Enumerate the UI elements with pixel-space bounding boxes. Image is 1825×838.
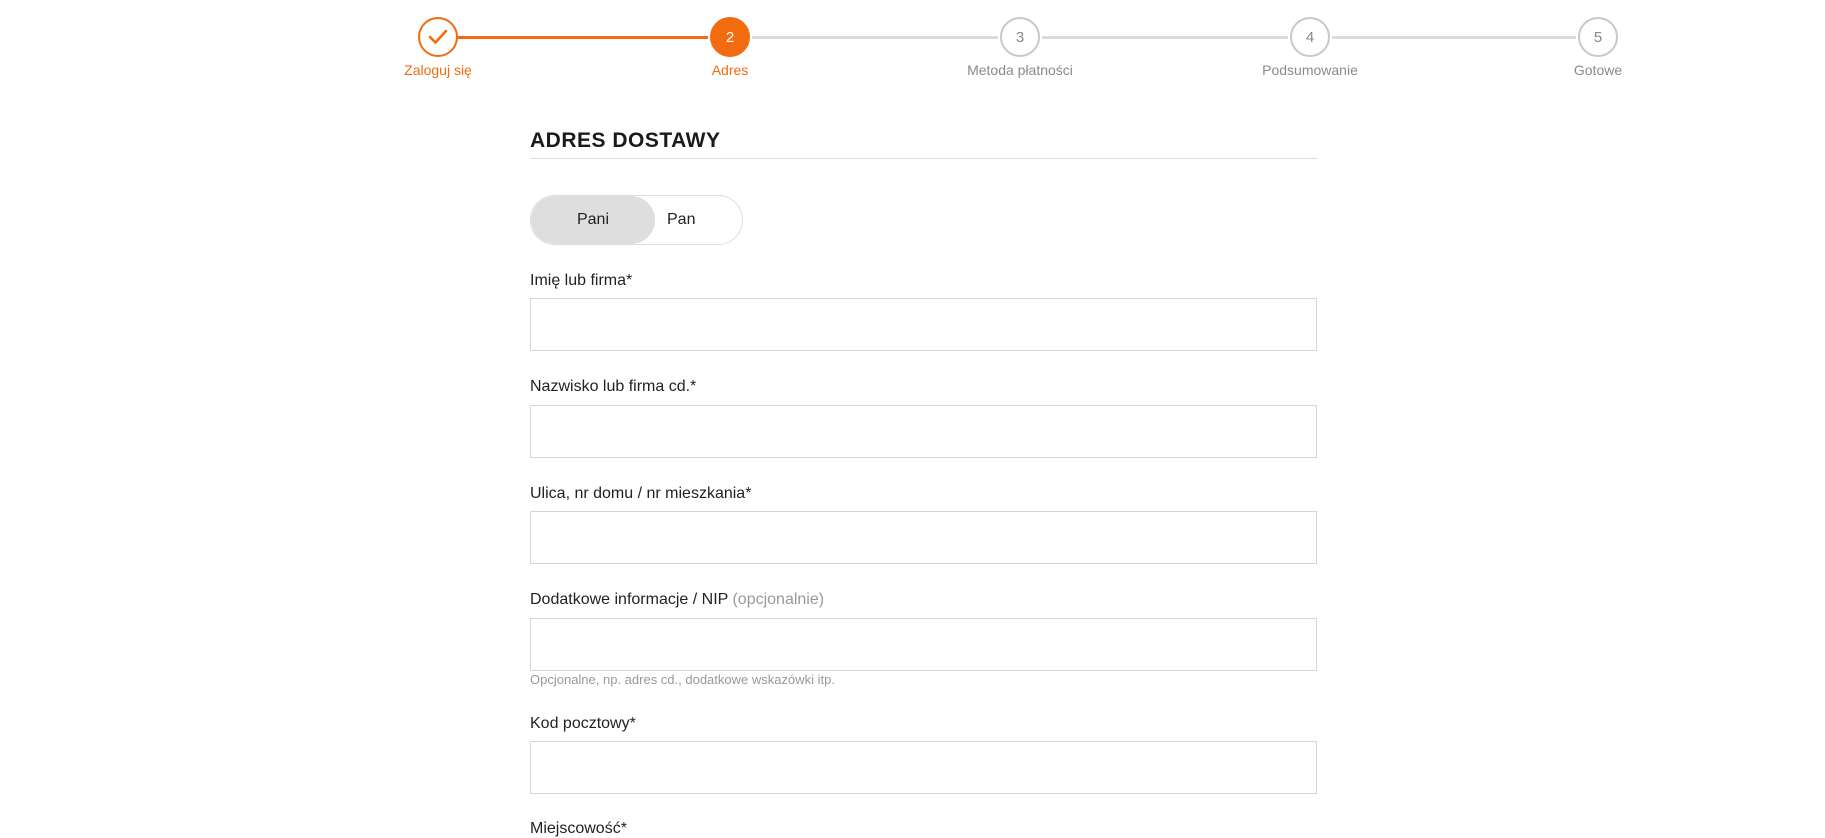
checkmark-icon xyxy=(428,29,448,45)
section-title: ADRES DOSTAWY xyxy=(530,129,721,152)
city-label: Miejscowość* xyxy=(530,820,627,837)
step-3-label: Metoda płatności xyxy=(967,62,1073,78)
salutation-toggle[interactable]: Pani Pan xyxy=(530,195,743,245)
step-connector-1-2 xyxy=(440,36,708,39)
step-4-label: Podsumowanie xyxy=(1262,62,1358,78)
section-divider xyxy=(530,158,1317,159)
step-1-circle[interactable] xyxy=(418,17,458,57)
optional-tag: (opcjonalnie) xyxy=(732,591,825,608)
step-5-circle: 5 xyxy=(1578,17,1618,57)
step-5-label: Gotowe xyxy=(1573,62,1623,78)
step-3-circle: 3 xyxy=(1000,17,1040,57)
additional-info-label: Dodatkowe informacje / NIP (opcjonalnie) xyxy=(530,591,824,609)
salutation-option-pan[interactable]: Pan xyxy=(655,196,705,244)
checkout-stepper: Zaloguj się 2 Adres 3 Metoda płatności 4… xyxy=(0,0,1825,90)
step-4-circle: 4 xyxy=(1290,17,1330,57)
additional-info-input[interactable] xyxy=(530,618,1317,671)
street-label: Ulica, nr domu / nr mieszkania* xyxy=(530,485,752,502)
additional-info-help-text: Opcjonalne, np. adres cd., dodatkowe wsk… xyxy=(530,672,835,687)
postal-code-label: Kod pocztowy* xyxy=(530,715,636,732)
additional-info-label-text: Dodatkowe informacje / NIP xyxy=(530,591,729,608)
postal-code-input[interactable] xyxy=(530,741,1317,794)
step-connector-3-4 xyxy=(1042,36,1288,39)
step-1-label[interactable]: Zaloguj się xyxy=(338,62,538,78)
salutation-option-pani[interactable]: Pani xyxy=(531,196,655,244)
step-connector-2-3 xyxy=(752,36,998,39)
step-connector-4-5 xyxy=(1332,36,1576,39)
last-name-label: Nazwisko lub firma cd.* xyxy=(530,378,697,395)
street-input[interactable] xyxy=(530,511,1317,564)
last-name-input[interactable] xyxy=(530,405,1317,458)
first-name-label: Imię lub firma* xyxy=(530,272,633,289)
step-2-circle: 2 xyxy=(710,17,750,57)
step-2-label: Adres xyxy=(711,62,749,78)
first-name-input[interactable] xyxy=(530,298,1317,351)
